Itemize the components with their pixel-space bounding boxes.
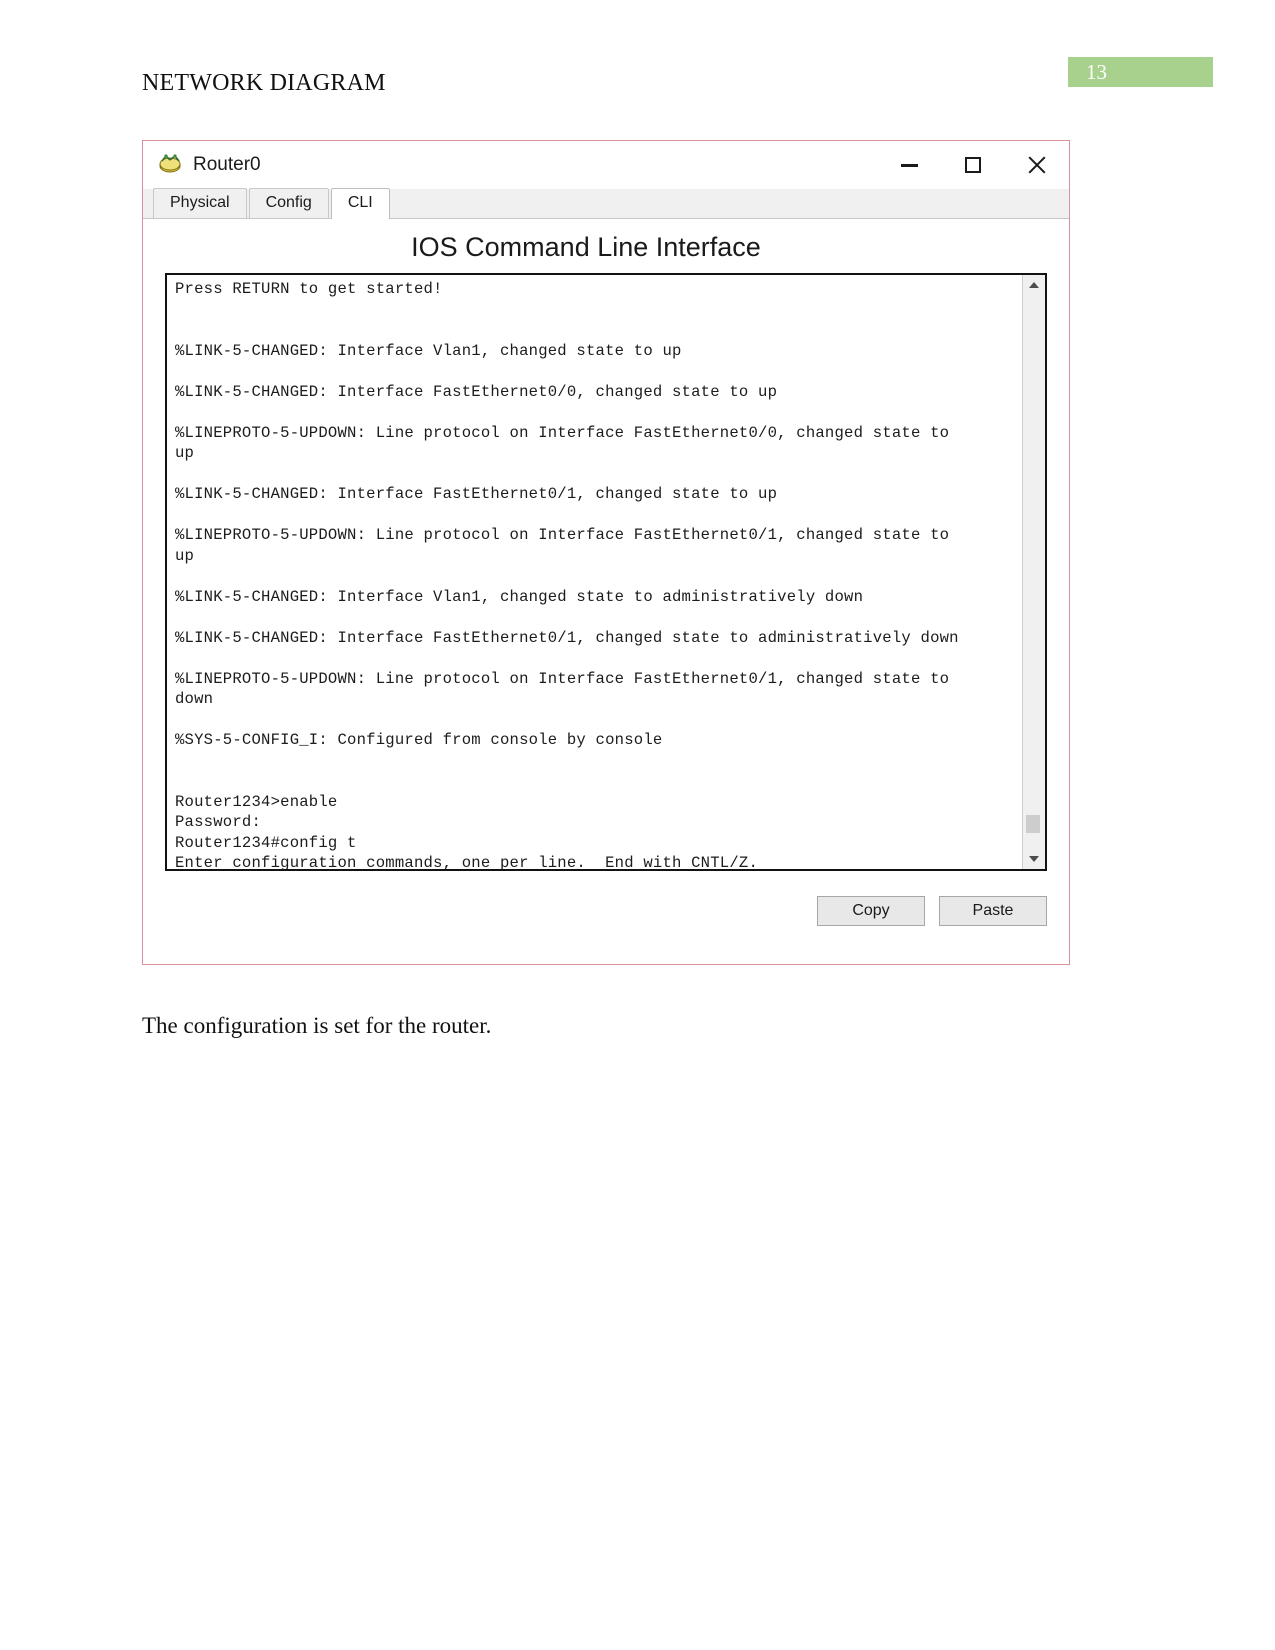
page-caption: The configuration is set for the router. [142,1013,492,1038]
tab-physical[interactable]: Physical [153,188,247,218]
page-title: NETWORK DIAGRAM [142,70,386,96]
page-number-badge: 13 [1068,57,1213,87]
chevron-up-icon [1029,282,1039,288]
cli-panel: IOS Command Line Interface Press RETURN … [143,219,1069,964]
window-titlebar: Router0 [143,141,1069,189]
maximize-button[interactable] [941,141,1005,189]
copy-button[interactable]: Copy [817,896,925,926]
maximize-icon [965,157,981,173]
tab-cli[interactable]: CLI [330,188,390,219]
scrollbar-thumb[interactable] [1026,815,1040,833]
paste-button[interactable]: Paste [939,896,1047,926]
cli-footer: Copy Paste [817,896,1047,926]
window-controls [877,141,1069,189]
scroll-up-arrow[interactable] [1023,275,1045,295]
console-container: Press RETURN to get started! %LINK-5-CHA… [165,273,1047,871]
tabstrip: Physical Config CLI [143,188,1069,219]
cli-heading: IOS Command Line Interface [411,232,761,262]
chevron-down-icon [1029,856,1039,862]
minimize-icon [900,163,918,167]
scroll-down-arrow[interactable] [1023,849,1045,869]
router0-window: Router0 Physical Config CLI IOS Command … [142,140,1070,965]
tab-config[interactable]: Config [248,188,329,218]
close-icon [1026,154,1048,176]
console-output[interactable]: Press RETURN to get started! %LINK-5-CHA… [167,275,1022,869]
router-icon [157,154,183,176]
window-title: Router0 [193,154,261,175]
console-output-text: Press RETURN to get started! %LINK-5-CHA… [175,280,959,869]
close-button[interactable] [1005,141,1069,189]
minimize-button[interactable] [877,141,941,189]
console-scrollbar[interactable] [1022,275,1045,869]
titlebar-left: Router0 [143,154,261,176]
